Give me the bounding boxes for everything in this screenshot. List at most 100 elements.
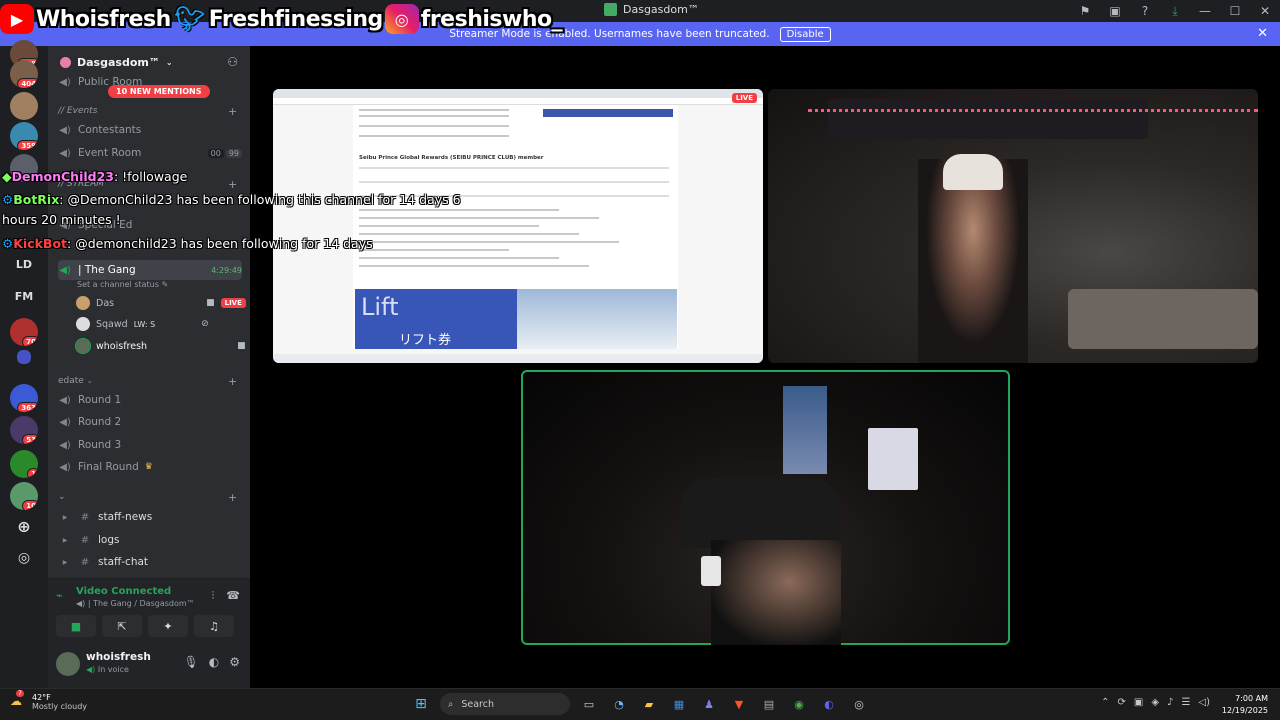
help-icon[interactable]: ?	[1130, 4, 1160, 18]
close-banner-icon[interactable]: ✕	[1257, 26, 1268, 41]
network-icon[interactable]: ◈	[1151, 697, 1159, 708]
disconnect-icon[interactable]: ☎	[226, 589, 240, 603]
weather-widget[interactable]: ☁ 7 42°F Mostly cloudy	[10, 690, 87, 711]
video-icon: ■	[206, 298, 215, 308]
channel-contestants[interactable]: ◀) Contestants	[58, 120, 242, 140]
headphones-icon[interactable]: ◐	[209, 655, 219, 669]
channel-staff-news[interactable]: ▶ # staff-news	[58, 507, 242, 527]
voice-member[interactable]: Sqawd LW: S ⊘	[76, 314, 209, 334]
activities-button[interactable]: ✦	[148, 615, 188, 637]
file-explorer-icon[interactable]: ▰	[638, 693, 660, 715]
voice-member[interactable]: Das ■ LIVE	[76, 293, 246, 313]
set-channel-status[interactable]: Set a channel status ✎	[77, 280, 168, 289]
mic-tray-icon[interactable]: ♪	[1167, 697, 1173, 708]
chat-line: ⚙BotRix: @DemonChild23 has been followin…	[2, 192, 461, 207]
channel-round-3[interactable]: ◀) Round 3	[58, 435, 242, 455]
folder-fm[interactable]: FM	[10, 282, 38, 310]
avatar[interactable]	[56, 652, 80, 676]
voice-channel-link[interactable]: ◀) | The Gang / Dasgasdom™	[76, 599, 195, 608]
server-icon[interactable]	[10, 92, 38, 120]
user-panel: whoisfresh ◀) In voice 🎙︎ ◐ ⚙	[48, 642, 250, 688]
steam-icon[interactable]: ◎	[848, 693, 870, 715]
category-edate[interactable]: edate ⌄ +	[58, 375, 237, 388]
camera-tile-speaking[interactable]	[521, 370, 1010, 645]
channel-event-room[interactable]: ◀) Event Room 00 99	[58, 143, 242, 163]
tray-overflow-icon[interactable]: ⌃	[1101, 697, 1109, 708]
copilot-icon[interactable]: ◔	[608, 693, 630, 715]
settings-gear-icon[interactable]: ⚙	[229, 655, 240, 669]
soundboard-button[interactable]: ♫	[194, 615, 234, 637]
channel-final-round[interactable]: ◀) Final Round ♛	[58, 457, 242, 477]
phone	[701, 556, 721, 586]
add-server-icon[interactable]: ⊕	[10, 512, 38, 540]
youtube-icon: ▶	[0, 4, 34, 34]
server-rail: 549 404 359 LD FM 70 363 53 1 10 ⊕ ◎	[0, 40, 48, 688]
add-channel-icon[interactable]: +	[228, 375, 237, 388]
youtube-handle: ▶ Whoisfresh	[0, 4, 171, 34]
windows-start-icon[interactable]: ⊞	[410, 693, 432, 715]
share-screen-button[interactable]: ⇱	[102, 615, 142, 637]
microphone-icon[interactable]: 🎙︎	[184, 655, 199, 669]
server-icon[interactable]: 404	[10, 60, 38, 88]
task-view-icon[interactable]: ▭	[578, 693, 600, 715]
teams-icon[interactable]: ♟	[698, 693, 720, 715]
server-icon[interactable]: 53	[10, 416, 38, 444]
folder-icon[interactable]	[17, 350, 31, 364]
disable-streamer-mode-button[interactable]: Disable	[779, 26, 831, 42]
chat-line: ⚙KickBot: @demonchild23 has been followi…	[2, 236, 373, 251]
chevron-right-icon: ▶	[62, 513, 68, 521]
lift-ticket-banner: Lift リフト券	[355, 289, 517, 349]
voice-member[interactable]: whoisfresh ■	[75, 336, 246, 356]
channel-round-2[interactable]: ◀) Round 2	[58, 412, 242, 432]
server-icon[interactable]: 363	[10, 384, 38, 412]
maximize-button[interactable]: ☐	[1220, 4, 1250, 18]
camera-tile[interactable]	[768, 89, 1258, 363]
chevron-right-icon: ▶	[62, 558, 68, 566]
volume-icon[interactable]: ◁)	[1198, 697, 1210, 708]
taskbar-search[interactable]: ⌕ Search	[440, 693, 570, 715]
avatar	[75, 338, 91, 354]
app-tray-icon[interactable]: ▣	[1134, 697, 1143, 708]
server-icon[interactable]: 359	[10, 122, 38, 150]
channel-logs[interactable]: ▶ # logs	[58, 530, 242, 550]
discover-icon[interactable]: ◎	[10, 544, 38, 572]
camera-button[interactable]: ■	[56, 615, 96, 637]
discord-icon[interactable]: ◐	[818, 693, 840, 715]
server-icon[interactable]: 1	[10, 450, 38, 478]
add-channel-icon[interactable]: +	[228, 491, 237, 504]
add-channel-icon[interactable]: +	[228, 178, 237, 191]
chat-line-continued: hours 20 minutes !	[2, 212, 121, 227]
brave-icon[interactable]: ▼	[728, 693, 750, 715]
download-icon[interactable]: ⤓	[1160, 4, 1190, 19]
video-stage: Seibu Prince Global Rewards (SEIBU PRINC…	[250, 46, 1280, 688]
channel-staff-chat[interactable]: ▶ # staff-chat	[58, 552, 242, 572]
server-icon[interactable]: 10	[10, 482, 38, 510]
screen-icon[interactable]: ▣	[1100, 4, 1130, 18]
category-events[interactable]: // Events +	[58, 105, 237, 118]
folder-ld[interactable]: LD	[10, 250, 38, 278]
minimize-button[interactable]: —	[1190, 4, 1220, 18]
clock[interactable]: 7:00 AM 12/19/2025	[1222, 693, 1268, 717]
store-icon[interactable]: ▦	[668, 693, 690, 715]
chrome-icon[interactable]: ◉	[788, 693, 810, 715]
voice-connection-panel: ⌁ Video Connected ◀) | The Gang / Dasgas…	[48, 578, 250, 642]
channel-round-1[interactable]: ◀) Round 1	[58, 390, 242, 410]
noise-suppression-icon[interactable]: ⫶	[212, 589, 215, 603]
channel-the-gang[interactable]: ◀) | The Gang 4:29:49	[58, 260, 242, 280]
speaker-icon: ◀)	[59, 416, 71, 428]
server-icon[interactable]: 70	[10, 318, 38, 346]
badge-icon: ◆	[2, 169, 12, 184]
wifi-icon[interactable]: ☰	[1181, 697, 1190, 708]
close-window-button[interactable]: ✕	[1250, 4, 1280, 18]
category-staff[interactable]: ⌄ +	[58, 491, 237, 504]
live-badge: LIVE	[731, 93, 757, 103]
channel-sidebar: Dasgasdom™ ⌄ ⚇ ◀) Public Room 10 NEW MEN…	[48, 46, 250, 578]
invite-people-icon[interactable]: ⚇	[227, 55, 238, 69]
terminal-icon[interactable]: ▤	[758, 693, 780, 715]
pin-icon[interactable]: ⚑	[1070, 4, 1100, 18]
sync-icon[interactable]: ⟳	[1118, 697, 1126, 708]
signal-icon: ⌁	[56, 589, 63, 602]
new-mentions-badge[interactable]: 10 NEW MENTIONS	[108, 85, 210, 98]
add-channel-icon[interactable]: +	[228, 105, 237, 118]
screen-share-tile[interactable]: Seibu Prince Global Rewards (SEIBU PRINC…	[273, 89, 763, 363]
